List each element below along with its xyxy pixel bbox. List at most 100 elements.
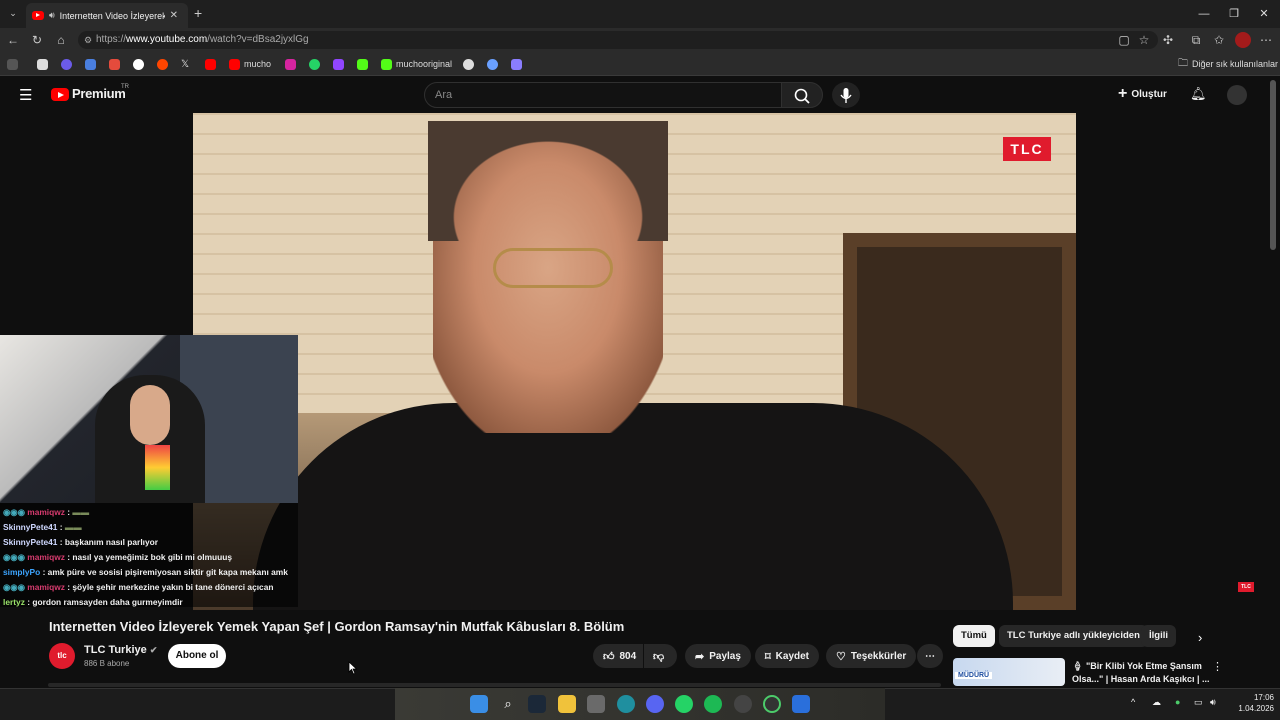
tray-mic-icon[interactable]: ● xyxy=(1175,697,1180,707)
chat-line: ◉◉◉ mamiqwz : şöyle şehir merkezine yakı… xyxy=(3,580,295,595)
url-domain: www.youtube.com xyxy=(126,34,208,45)
reload-icon[interactable]: ↻ xyxy=(29,32,45,48)
taskbar-whatsapp-icon[interactable] xyxy=(675,695,693,713)
close-window-icon[interactable]: ✕ xyxy=(1254,4,1274,24)
bookmark-gmail-icon[interactable] xyxy=(109,57,120,71)
bookmark-kick-icon[interactable] xyxy=(357,57,368,71)
more-menu-icon[interactable]: ⋯ xyxy=(1258,32,1274,48)
bookmark-read-icon[interactable] xyxy=(7,57,18,71)
subscribe-button[interactable]: Abone ol xyxy=(168,644,226,668)
more-actions-button[interactable]: ⋯ xyxy=(917,644,943,668)
chat-line: lertyz : gordon ramsayden daha gurmeyimd… xyxy=(3,595,295,610)
taskbar-browser-icon[interactable] xyxy=(792,695,810,713)
split-screen-icon[interactable]: ▢ xyxy=(1116,32,1132,48)
bookmark-chrome-icon[interactable] xyxy=(133,57,144,71)
bookmark-docs-icon[interactable] xyxy=(85,57,96,71)
other-bookmarks-folder[interactable]: 🗀 Diğer sık kullanılanlar xyxy=(1178,57,1278,71)
taskbar-spotify-icon[interactable] xyxy=(704,695,722,713)
hamburger-menu-icon[interactable]: ☰ xyxy=(19,86,32,104)
bookmark-photos-icon[interactable] xyxy=(37,57,48,71)
restore-icon[interactable]: ❐ xyxy=(1224,4,1244,24)
speaker-icon[interactable]: 🔊︎ xyxy=(49,10,55,21)
video-frame-glasses xyxy=(493,248,613,288)
webcam-person-face xyxy=(130,385,170,445)
chip-related[interactable]: İlgili xyxy=(1141,625,1176,647)
bookmark-x-icon[interactable]: 𝕏 xyxy=(181,57,189,71)
verified-check-icon: ✔ xyxy=(149,645,158,655)
taskbar-search-icon[interactable]: ⌕ xyxy=(499,695,517,713)
chip-from-uploader[interactable]: TLC Turkiye adlı yükleyiciden xyxy=(999,625,1148,647)
bookmark-steam-icon[interactable] xyxy=(463,57,474,71)
tank-emote-icon: ▬▬ xyxy=(64,522,82,532)
tray-chevron-up-icon[interactable]: ^ xyxy=(1131,697,1135,707)
chat-line: simplyPo : amk püre ve sosisi pişiremiyo… xyxy=(3,565,295,580)
url-prefix: https:// xyxy=(96,34,127,45)
profile-avatar[interactable] xyxy=(1235,32,1251,48)
bookmark-instagram-icon[interactable] xyxy=(285,57,296,71)
site-info-icon[interactable]: ⚙︎ xyxy=(84,35,92,46)
bookmarks-bar xyxy=(0,52,1280,76)
favorite-star-icon[interactable]: ☆ xyxy=(1136,32,1152,48)
save-button[interactable]: ⌑ Kaydet xyxy=(755,644,820,668)
taskbar-app-icon[interactable] xyxy=(763,695,781,713)
chip-all[interactable]: Tümü xyxy=(953,625,995,647)
share-button[interactable]: ➦ Paylaş xyxy=(685,644,751,668)
favorites-icon[interactable]: ✩ xyxy=(1211,32,1227,48)
channel-avatar[interactable]: tlc xyxy=(49,643,75,669)
search-input[interactable]: Ara xyxy=(424,82,782,108)
notifications-bell-icon[interactable]: 🔔︎ xyxy=(1190,86,1207,102)
bookmark-feather-icon[interactable] xyxy=(511,57,522,71)
related-video-title[interactable]: 🍦︎ "Bir Klibi Yok Etme Şansım Olsa..." |… xyxy=(1072,660,1212,686)
url-field[interactable]: https://www.youtube.com/watch?v=dBsa2jyx… xyxy=(78,31,1158,49)
subscriber-count: 886 B abone xyxy=(84,659,130,668)
youtube-logo-icon[interactable] xyxy=(51,88,69,101)
thanks-button[interactable]: ♡ Teşekkürler xyxy=(826,644,917,668)
page-scrollbar[interactable] xyxy=(1270,80,1276,250)
tray-network-icon[interactable]: ▭ xyxy=(1194,697,1203,708)
create-button[interactable]: + Oluştur xyxy=(1118,85,1167,103)
home-icon[interactable]: ⌂ xyxy=(53,32,69,48)
bookmark-muchooriginal[interactable]: muchooriginal xyxy=(381,57,452,71)
voice-search-mic-icon[interactable] xyxy=(832,82,860,108)
tray-volume-icon[interactable]: 🔊︎ xyxy=(1210,697,1216,708)
tab-list-chevron-icon[interactable]: ⌄ xyxy=(6,6,20,20)
new-tab-plus-icon[interactable]: + xyxy=(194,5,202,21)
taskbar-edge-icon[interactable] xyxy=(617,695,635,713)
taskbar-discord-icon[interactable] xyxy=(646,695,664,713)
start-windows-icon[interactable] xyxy=(470,695,488,713)
bookmark-mucho[interactable]: mucho xyxy=(229,57,271,71)
taskbar-obs-icon[interactable] xyxy=(734,695,752,713)
chips-next-chevron-icon[interactable]: › xyxy=(1198,630,1202,645)
bookmark-twitch-icon[interactable] xyxy=(333,57,344,71)
video-player[interactable]: TLC xyxy=(193,113,1076,610)
chat-user: mamiqwz xyxy=(27,507,65,517)
bookmark-reddit-icon[interactable] xyxy=(157,57,168,71)
browser-tab-active[interactable]: 🔊︎ Internetten Video İzleyerek Ye ✕ xyxy=(26,3,188,28)
taskbar-clock[interactable]: 17:06 1.04.2026 xyxy=(1224,692,1274,714)
dislike-button[interactable]: 👎︎ xyxy=(644,644,677,668)
taskbar-steam-icon[interactable] xyxy=(528,695,546,713)
youtube-favicon-icon xyxy=(32,11,44,20)
split-tabs-icon[interactable]: ⧉ xyxy=(1188,32,1204,48)
tray-cloud-icon[interactable]: ☁︎ xyxy=(1152,697,1161,708)
bookmark-swirl-icon[interactable] xyxy=(487,57,498,71)
minimize-icon[interactable]: — xyxy=(1194,4,1214,24)
related-more-icon[interactable]: ⋮ xyxy=(1212,660,1223,673)
bookmark-youtube-icon[interactable] xyxy=(205,57,216,71)
chat-message: : nasıl ya yemeğimiz bok gibi mi olmuuuş xyxy=(67,552,233,562)
youtube-logo-text[interactable]: Premium xyxy=(72,86,126,101)
channel-name[interactable]: TLC Turkiye ✔ xyxy=(84,644,157,656)
bookmark-whatsapp-icon[interactable] xyxy=(309,57,320,71)
back-arrow-icon[interactable]: ← xyxy=(5,32,21,48)
search-button[interactable] xyxy=(781,82,823,108)
related-video-thumbnail[interactable]: MÜDÜRÜ xyxy=(953,658,1065,686)
taskbar-store-icon[interactable] xyxy=(587,695,605,713)
bookmark-circle-icon[interactable] xyxy=(61,57,72,71)
clock-time: 17:06 xyxy=(1253,693,1274,702)
close-tab-icon[interactable]: ✕ xyxy=(170,10,178,21)
chat-line: ◉◉◉ mamiqwz : ▬▬ xyxy=(3,505,295,520)
account-avatar[interactable] xyxy=(1227,85,1247,105)
extensions-icon[interactable]: ✣ xyxy=(1160,32,1176,48)
like-button[interactable]: 👍︎ 804 xyxy=(593,644,643,668)
taskbar-explorer-icon[interactable] xyxy=(558,695,576,713)
